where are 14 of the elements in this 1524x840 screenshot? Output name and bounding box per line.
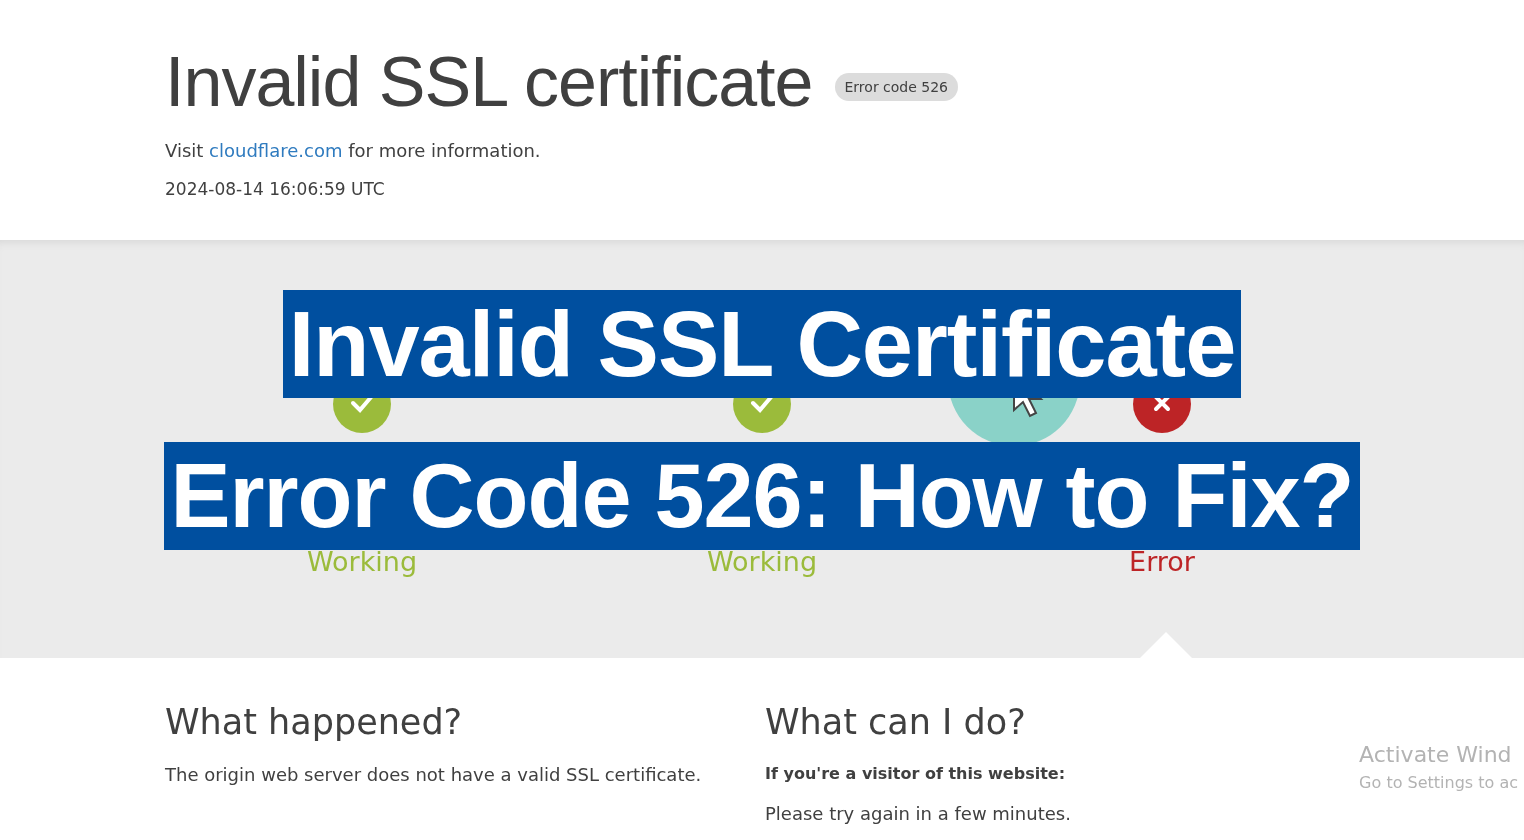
section-text: The origin web server does not have a valid SSL certificate. (165, 764, 703, 785)
activation-title: Activate Wind (1359, 742, 1513, 767)
activation-hint: Go to Settings to ac (1359, 773, 1518, 792)
page-title: Invalid SSL certificate (165, 42, 813, 123)
timestamp: 2024-08-14 16:06:59 UTC (165, 179, 386, 199)
section-subheading: If you're a visitor of this website: (765, 764, 1067, 783)
banner-headline: Invalid SSL Certificate (282, 290, 1242, 398)
banner-headline: Error Code 526: How to Fix? (164, 442, 1360, 550)
info-text: Visit cloudflare.com for more information. (165, 140, 542, 161)
cloudflare-link[interactable]: cloudflare.com (209, 140, 343, 161)
section-heading: What happened? (165, 702, 464, 742)
error-code-badge: Error code 526 (834, 73, 959, 101)
section-heading: What can I do? (765, 702, 1027, 742)
section-text: Please try again in a few minutes. (765, 803, 1072, 824)
